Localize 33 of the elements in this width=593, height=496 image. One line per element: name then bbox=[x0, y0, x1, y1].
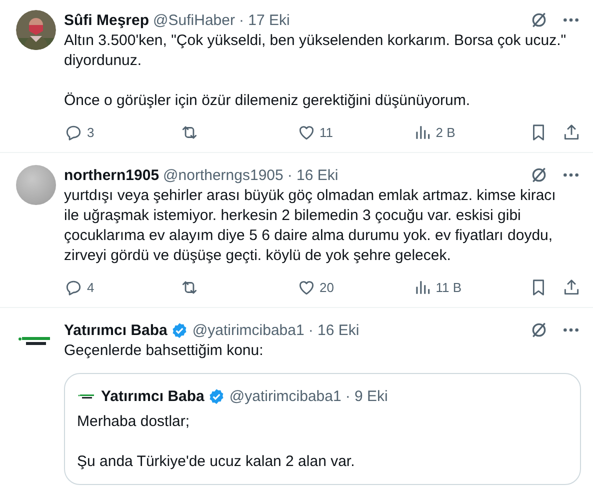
post-date[interactable]: · 16 Eki bbox=[287, 166, 338, 184]
post-text: yurtdışı veya şehirler arası büyük göç olmadan emlak artmaz. kimse kiracı ile uğraşmak istemiyor. herkesin 2 bilemedin 3 çocuğu var. eskisi gibi çocuklarıma ev alayım diye 5 6 daire alma durumu yok. ev fiyatları doydu, zirveyi gördü ve düşüşe geçti. köylü de yok şehre gelecek. bbox=[64, 186, 557, 266]
reply-count: 3 bbox=[87, 125, 94, 140]
author-handle[interactable]: @yatirimcibaba1 bbox=[229, 388, 342, 404]
view-count: 11 B bbox=[436, 280, 462, 295]
post-text: Geçenlerde bahsettiğim konu: bbox=[64, 341, 264, 361]
reply-icon[interactable] bbox=[64, 123, 83, 142]
post-text: Merhaba dostlar; bbox=[77, 412, 191, 432]
author-name[interactable]: Yatırımcı Baba bbox=[101, 388, 204, 404]
author-name[interactable]: Yatırımcı Baba bbox=[64, 322, 168, 338]
post-text: Önce o görüşler için özür dilemeniz gerektiğini düşünüyorum. bbox=[64, 91, 472, 111]
author-handle[interactable]: @SufiHaber bbox=[153, 12, 235, 28]
quoted-post[interactable]: Yatırımcı Baba @yatirimcibaba1 · 9 Eki Merhaba dostlar; Şu anda Türkiye'de ucuz kalan 2 alan var. bbox=[64, 373, 581, 485]
author-handle[interactable]: @northerngs1905 bbox=[163, 166, 284, 184]
verified-badge-icon bbox=[171, 322, 188, 338]
author-name[interactable]: Sûfi Meşrep bbox=[64, 12, 150, 28]
post-date[interactable]: · 16 Eki bbox=[308, 322, 360, 338]
author-name[interactable]: northern1905 bbox=[64, 166, 160, 184]
post-text: Altın 3.500'ken, "Çok yükseldi, ben yükselenden korkarım. Borsa çok ucuz." diyordunuz. bbox=[64, 31, 568, 71]
share-icon[interactable] bbox=[562, 123, 581, 142]
reply-icon[interactable] bbox=[64, 278, 83, 297]
reply-count: 4 bbox=[87, 280, 94, 295]
heart-icon[interactable] bbox=[296, 123, 316, 142]
post-date[interactable]: · 9 Eki bbox=[345, 388, 388, 404]
like-count: 11 bbox=[320, 125, 333, 140]
view-count: 2 B bbox=[436, 125, 456, 140]
verified-badge-icon bbox=[208, 388, 226, 404]
post-text: Şu anda Türkiye'de ucuz kalan 2 alan var. bbox=[77, 452, 356, 472]
author-handle[interactable]: @yatirimcibaba1 bbox=[192, 322, 304, 338]
post-date[interactable]: · 17 Eki bbox=[238, 12, 290, 28]
like-count: 20 bbox=[320, 280, 334, 295]
heart-icon[interactable] bbox=[296, 278, 316, 297]
share-icon[interactable] bbox=[562, 278, 581, 297]
